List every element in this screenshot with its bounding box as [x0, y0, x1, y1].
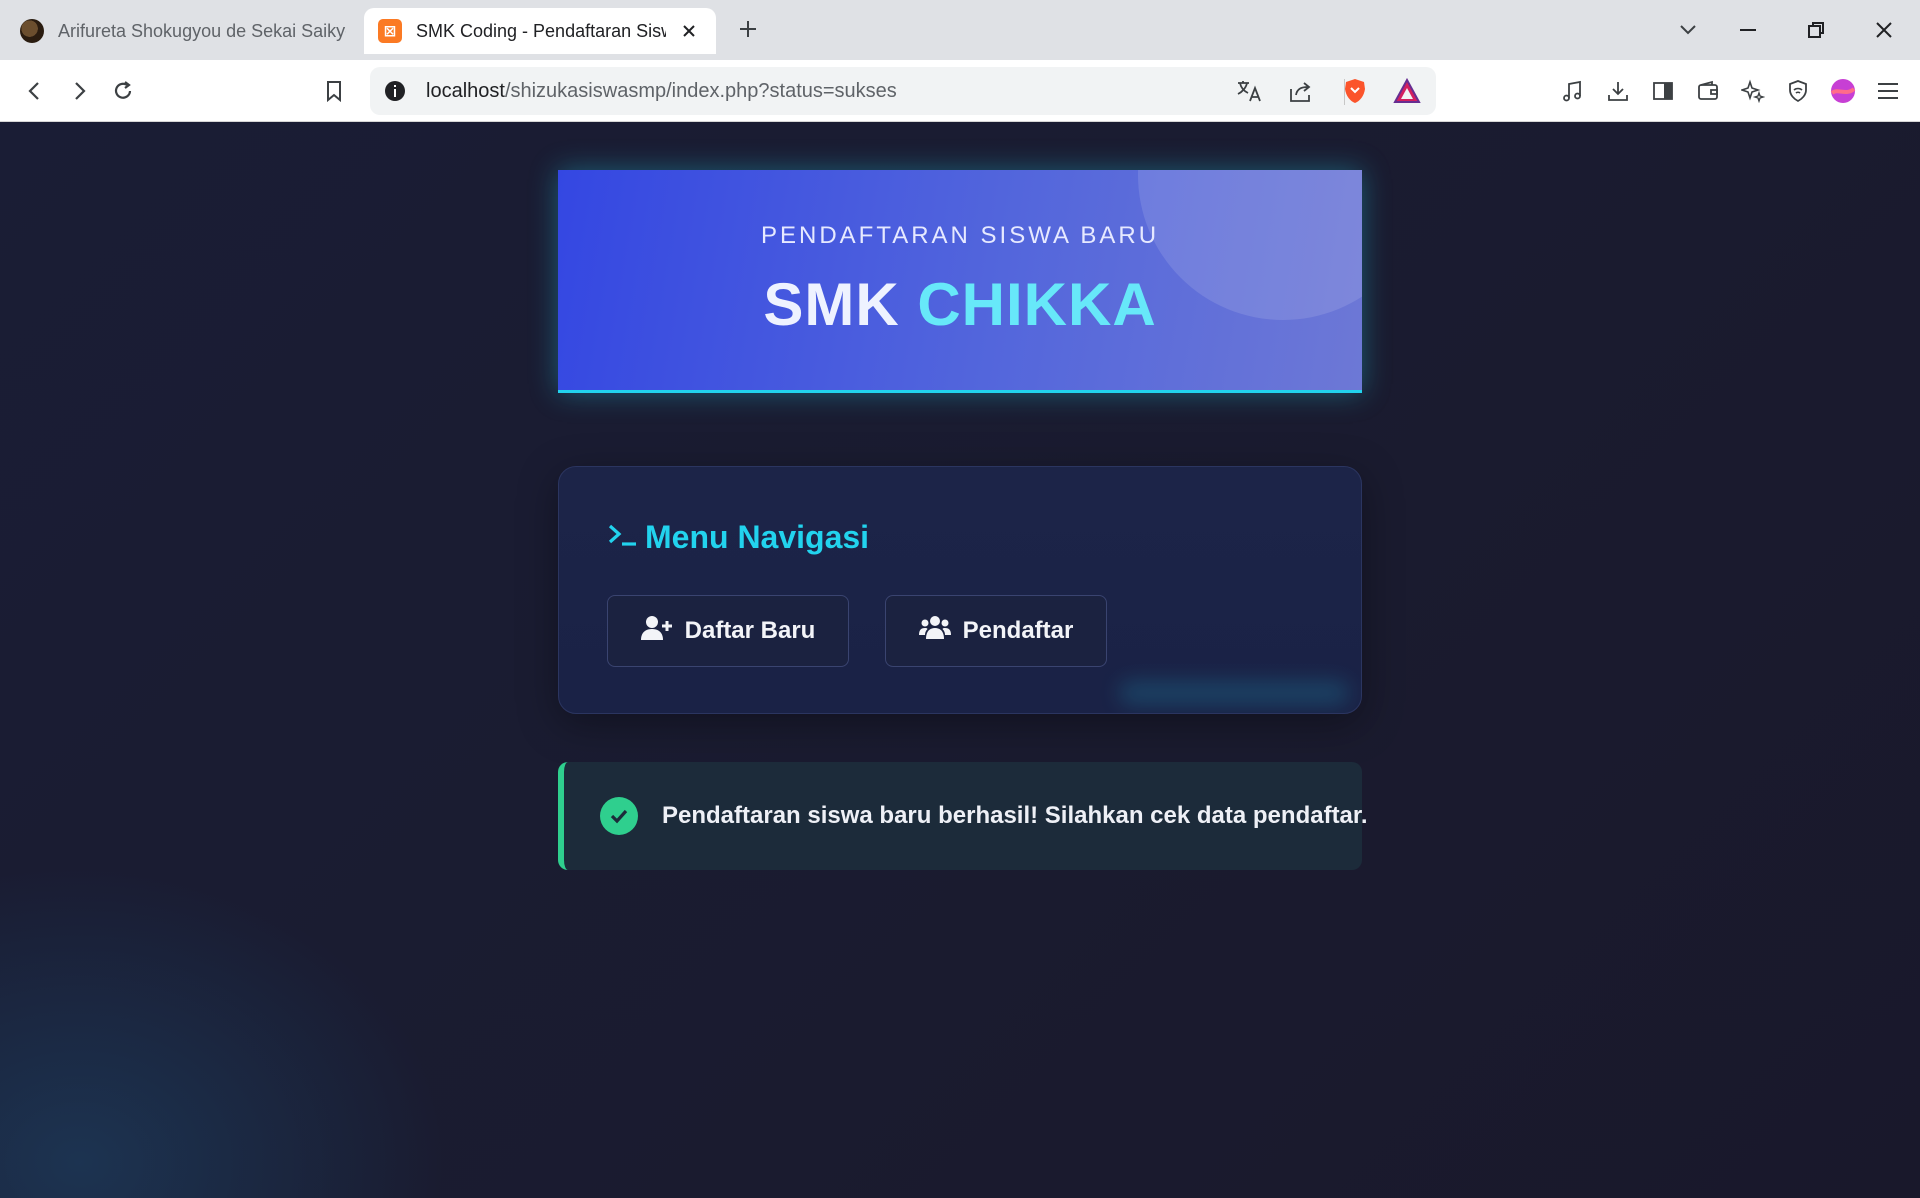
navigation-heading: Menu Navigasi [607, 519, 869, 556]
success-alert: Pendaftaran siswa baru berhasil! Silahka… [558, 762, 1368, 870]
browser-tab-smk-coding[interactable]: ⊠ SMK Coding - Pendaftaran Siswa Baru [364, 8, 716, 54]
header-banner: PENDAFTARAN SISWA BARU SMK CHIKKA [558, 170, 1362, 393]
pendaftar-button[interactable]: Pendaftar [885, 595, 1107, 667]
minimize-icon[interactable] [1732, 14, 1764, 46]
daftar-baru-label: Daftar Baru [684, 617, 816, 644]
url-host: localhost [426, 80, 505, 102]
address-bar[interactable]: localhost/shizukasiswasmp/index.php?stat… [370, 67, 1436, 115]
tab-title: SMK Coding - Pendaftaran Siswa Baru [416, 20, 666, 41]
page-body: PENDAFTARAN SISWA BARU SMK CHIKKA Menu N… [0, 122, 1920, 1198]
navigation-heading-text: Menu Navigasi [645, 519, 870, 555]
download-icon[interactable] [1601, 74, 1635, 108]
translate-icon[interactable] [1236, 79, 1262, 108]
tab-search-chevron-icon[interactable] [1672, 14, 1704, 46]
browser-toolbar: localhost/shizukasiswasmp/index.php?stat… [0, 60, 1920, 122]
check-circle-icon [600, 797, 638, 835]
school-title: SMK CHIKKA [558, 270, 1362, 339]
reload-icon[interactable] [106, 74, 140, 108]
bookmark-icon[interactable] [317, 74, 351, 108]
share-icon[interactable] [1288, 79, 1314, 108]
url-path: /shizukasiswasmp/index.php?status=sukses [504, 80, 897, 102]
url-text: localhost/shizukasiswasmp/index.php?stat… [426, 80, 897, 103]
school-title-word-2: CHIKKA [917, 271, 1157, 338]
brave-rewards-icon[interactable] [1393, 77, 1421, 109]
browser-tab-strip: Arifureta Shokugyou de Sekai Saikyou ⊠ S… [0, 0, 1920, 60]
decorative-glow [1119, 681, 1349, 705]
wallet-icon[interactable] [1691, 74, 1725, 108]
header-subtitle: PENDAFTARAN SISWA BARU [760, 222, 1160, 249]
terminal-icon [607, 522, 639, 553]
restore-icon[interactable] [1800, 14, 1832, 46]
menu-hamburger-icon[interactable] [1871, 74, 1905, 108]
brave-shields-icon[interactable] [1342, 77, 1368, 110]
forward-arrow-icon[interactable] [62, 74, 96, 108]
sidebar-toggle-icon[interactable] [1646, 74, 1680, 108]
daftar-baru-button[interactable]: Daftar Baru [607, 595, 849, 667]
school-title-word-1: SMK [763, 271, 900, 338]
tab-title: Arifureta Shokugyou de Sekai Saikyou [58, 20, 346, 41]
site-info-icon[interactable] [384, 80, 406, 107]
new-tab-plus-icon[interactable] [733, 14, 763, 44]
vpn-shield-icon[interactable] [1781, 74, 1815, 108]
user-plus-icon [640, 615, 673, 648]
xampp-favicon-icon: ⊠ [378, 19, 402, 43]
close-window-icon[interactable] [1868, 14, 1900, 46]
media-music-icon[interactable] [1556, 74, 1590, 108]
browser-tab-arifureta[interactable]: Arifureta Shokugyou de Sekai Saikyou [6, 8, 360, 54]
leo-ai-icon[interactable] [1736, 74, 1770, 108]
profile-avatar-icon[interactable] [1826, 74, 1860, 108]
navigation-card: Menu Navigasi Daftar Baru Pendaftar [558, 466, 1362, 714]
anime-favicon-icon [20, 19, 44, 43]
users-icon [918, 615, 951, 648]
pendaftar-label: Pendaftar [962, 617, 1074, 644]
close-tab-icon[interactable] [678, 20, 700, 42]
back-arrow-icon[interactable] [18, 74, 52, 108]
success-message: Pendaftaran siswa baru berhasil! Silahka… [662, 802, 1368, 829]
